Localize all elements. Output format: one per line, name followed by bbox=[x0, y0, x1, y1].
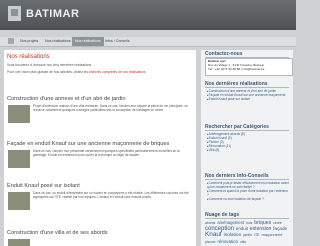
nav-tab-realisations-active[interactable]: Nos réalisations bbox=[72, 37, 104, 46]
page-title: Nos réalisations bbox=[7, 54, 50, 60]
article-text: Dans ce cas, un enduit directement sur u… bbox=[33, 191, 189, 200]
intro-text: Vous trouverez ci-dessous nos cinq derni… bbox=[7, 63, 93, 67]
realisations-list: Construction d'une annexe et d'un abri d… bbox=[207, 89, 289, 101]
home-icon[interactable] bbox=[8, 38, 14, 44]
divider bbox=[205, 130, 289, 131]
site-header: BATIMAR bbox=[0, 0, 296, 30]
tag-link[interactable]: piscine bbox=[205, 240, 216, 244]
article-item: Construction d'une villa et de ses abord… bbox=[7, 230, 193, 246]
brand-name[interactable]: BATIMAR bbox=[26, 8, 79, 20]
tag-link[interactable]: bois bbox=[246, 221, 252, 225]
article-text: Dans ce cas, l'ancien mur présentait cer… bbox=[33, 149, 180, 158]
tag-link[interactable]: Knauf bbox=[205, 231, 222, 238]
category-link[interactable]: Villa (6) bbox=[207, 148, 289, 152]
divider bbox=[205, 218, 289, 219]
tag-link[interactable]: briques bbox=[254, 220, 271, 226]
info-list: Comment puis-je tester efficacement mon … bbox=[207, 181, 289, 201]
divider bbox=[205, 87, 289, 88]
main-content: Nos réalisations Vous trouverez ci-desso… bbox=[4, 50, 196, 246]
contact-box: Batimar sprl Rue du Village 1 - 6140 Fon… bbox=[205, 58, 293, 76]
info-link[interactable]: Comment puis-je tester efficacement mon … bbox=[207, 181, 289, 189]
info-link[interactable]: Comment va mon isolation de façade ? bbox=[207, 197, 289, 201]
article-title[interactable]: Enduit Knauf posé sur isolant bbox=[7, 183, 193, 189]
article-item: Enduit Knauf posé sur isolant Dans ce ca… bbox=[7, 183, 193, 210]
tag-link[interactable]: enduit bbox=[236, 226, 248, 231]
article-title[interactable]: Façade en enduit Knauf sur une ancienne … bbox=[7, 141, 193, 147]
tag-link[interactable]: façade bbox=[273, 226, 287, 231]
article-item: Construction d'une annexe et d'un abri d… bbox=[7, 96, 193, 123]
categories-list: Aménagement abords (8) Enduit Knauf (9) … bbox=[207, 132, 289, 152]
article-thumbnail[interactable] bbox=[8, 192, 30, 210]
intro-archive: Pour une vision plus globale de nos acti… bbox=[7, 70, 193, 74]
contact-phone[interactable]: Tél : +32 (0)71 52 86 88 | info@batimar.… bbox=[208, 67, 290, 72]
nav-tab-realisations[interactable]: Nos réalisations bbox=[42, 37, 74, 46]
archive-link[interactable]: archives complètes de nos réalisations bbox=[89, 70, 146, 74]
info-link[interactable]: Comment et quand la pose d'une isolation… bbox=[207, 189, 289, 197]
tag-cloud: abords aménagement bois briques cèdre co… bbox=[205, 220, 291, 245]
tag-link[interactable]: aménagement bbox=[217, 220, 244, 225]
tag-link[interactable]: cèdre bbox=[273, 221, 281, 225]
nav-tab-projects[interactable]: Nos projets bbox=[17, 37, 41, 46]
nav-tab-infos[interactable]: Infos / Conseils bbox=[102, 37, 133, 46]
article-thumbnail[interactable] bbox=[8, 239, 30, 246]
tag-link[interactable]: maçonnerie bbox=[262, 232, 283, 237]
main-nav: Nos projets Nos réalisations Nos réalisa… bbox=[0, 37, 296, 47]
tag-link[interactable]: jardin bbox=[243, 233, 252, 237]
article-title[interactable]: Construction d'une annexe et d'un abri d… bbox=[7, 96, 193, 102]
tag-link[interactable]: rénovation bbox=[218, 239, 239, 244]
logo-icon[interactable] bbox=[8, 6, 21, 21]
tag-link[interactable]: ITE bbox=[254, 233, 260, 237]
tag-link[interactable]: villa bbox=[240, 240, 246, 244]
article-thumbnail[interactable] bbox=[8, 150, 30, 168]
article-thumbnail[interactable] bbox=[8, 105, 30, 123]
sidebar: Contactez-nous Batimar sprl Rue du Villa… bbox=[201, 50, 293, 246]
divider bbox=[205, 179, 289, 180]
tag-link[interactable]: isolation bbox=[224, 233, 242, 238]
tag-link[interactable]: abords bbox=[205, 221, 215, 225]
article-item: Façade en enduit Knauf sur une ancienne … bbox=[7, 141, 193, 168]
realisation-link[interactable]: Enduit Knauf posé sur isolant bbox=[207, 97, 289, 101]
article-title[interactable]: Construction d'une villa et de ses abord… bbox=[7, 230, 193, 236]
article-text: Projet d'extension maison d'une villa ex… bbox=[33, 104, 188, 113]
intro-archive-text: Pour une vision plus globale de nos acti… bbox=[7, 70, 89, 74]
